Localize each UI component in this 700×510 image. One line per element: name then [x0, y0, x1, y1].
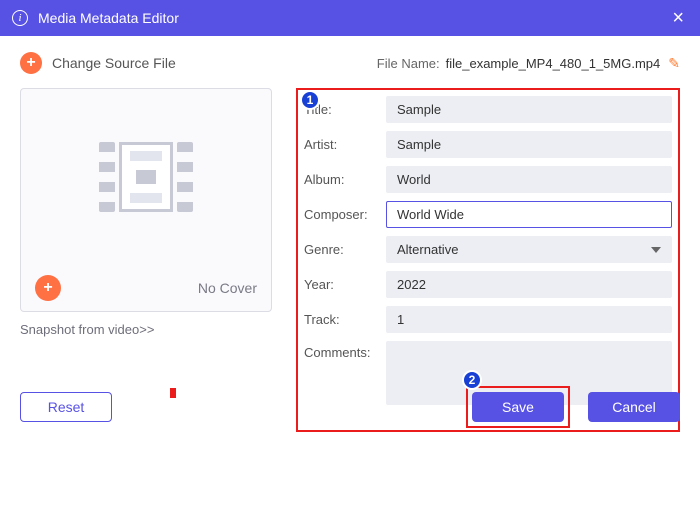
edit-filename-icon[interactable]: ✎: [668, 55, 680, 72]
track-label: Track:: [304, 312, 386, 327]
title-input[interactable]: [386, 96, 672, 123]
composer-label: Composer:: [304, 207, 386, 222]
reset-button[interactable]: Reset: [20, 392, 112, 422]
album-input[interactable]: [386, 166, 672, 193]
composer-input[interactable]: [386, 201, 672, 228]
genre-label: Genre:: [304, 242, 386, 257]
year-label: Year:: [304, 277, 386, 292]
no-cover-label: No Cover: [198, 280, 257, 296]
artist-label: Artist:: [304, 137, 386, 152]
snapshot-from-video-link[interactable]: Snapshot from video>>: [20, 322, 272, 337]
annotation-badge-2: 2: [462, 370, 482, 390]
change-source-plus-icon[interactable]: +: [20, 52, 42, 74]
metadata-form: Title: Artist: Album: Composer: Genre:: [296, 88, 680, 432]
save-button[interactable]: Save: [472, 392, 564, 422]
album-label: Album:: [304, 172, 386, 187]
titlebar: i Media Metadata Editor ×: [0, 0, 700, 36]
file-name-label: File Name:: [377, 56, 440, 71]
info-icon: i: [12, 10, 28, 26]
save-annotation-box: 2 Save: [466, 386, 570, 428]
track-input[interactable]: [386, 306, 672, 333]
window-title: Media Metadata Editor: [38, 10, 668, 26]
footer: Reset 2 Save Cancel: [20, 386, 680, 428]
cover-box: + No Cover: [20, 88, 272, 312]
change-source-button[interactable]: Change Source File: [52, 55, 176, 71]
top-row: + Change Source File File Name: file_exa…: [20, 52, 680, 74]
film-icon: [103, 142, 189, 212]
genre-select[interactable]: Alternative: [386, 236, 672, 263]
annotation-badge-1: 1: [300, 90, 320, 110]
cancel-button[interactable]: Cancel: [588, 392, 680, 422]
close-icon[interactable]: ×: [668, 7, 688, 30]
year-input[interactable]: [386, 271, 672, 298]
file-name-value: file_example_MP4_480_1_5MG.mp4: [446, 56, 661, 71]
genre-value: Alternative: [397, 242, 458, 257]
chevron-down-icon: [651, 247, 661, 253]
content: + Change Source File File Name: file_exa…: [0, 36, 700, 444]
artist-input[interactable]: [386, 131, 672, 158]
comments-label: Comments:: [304, 341, 386, 360]
add-cover-button[interactable]: +: [35, 275, 61, 301]
cover-panel: + No Cover Snapshot from video>>: [20, 88, 272, 432]
